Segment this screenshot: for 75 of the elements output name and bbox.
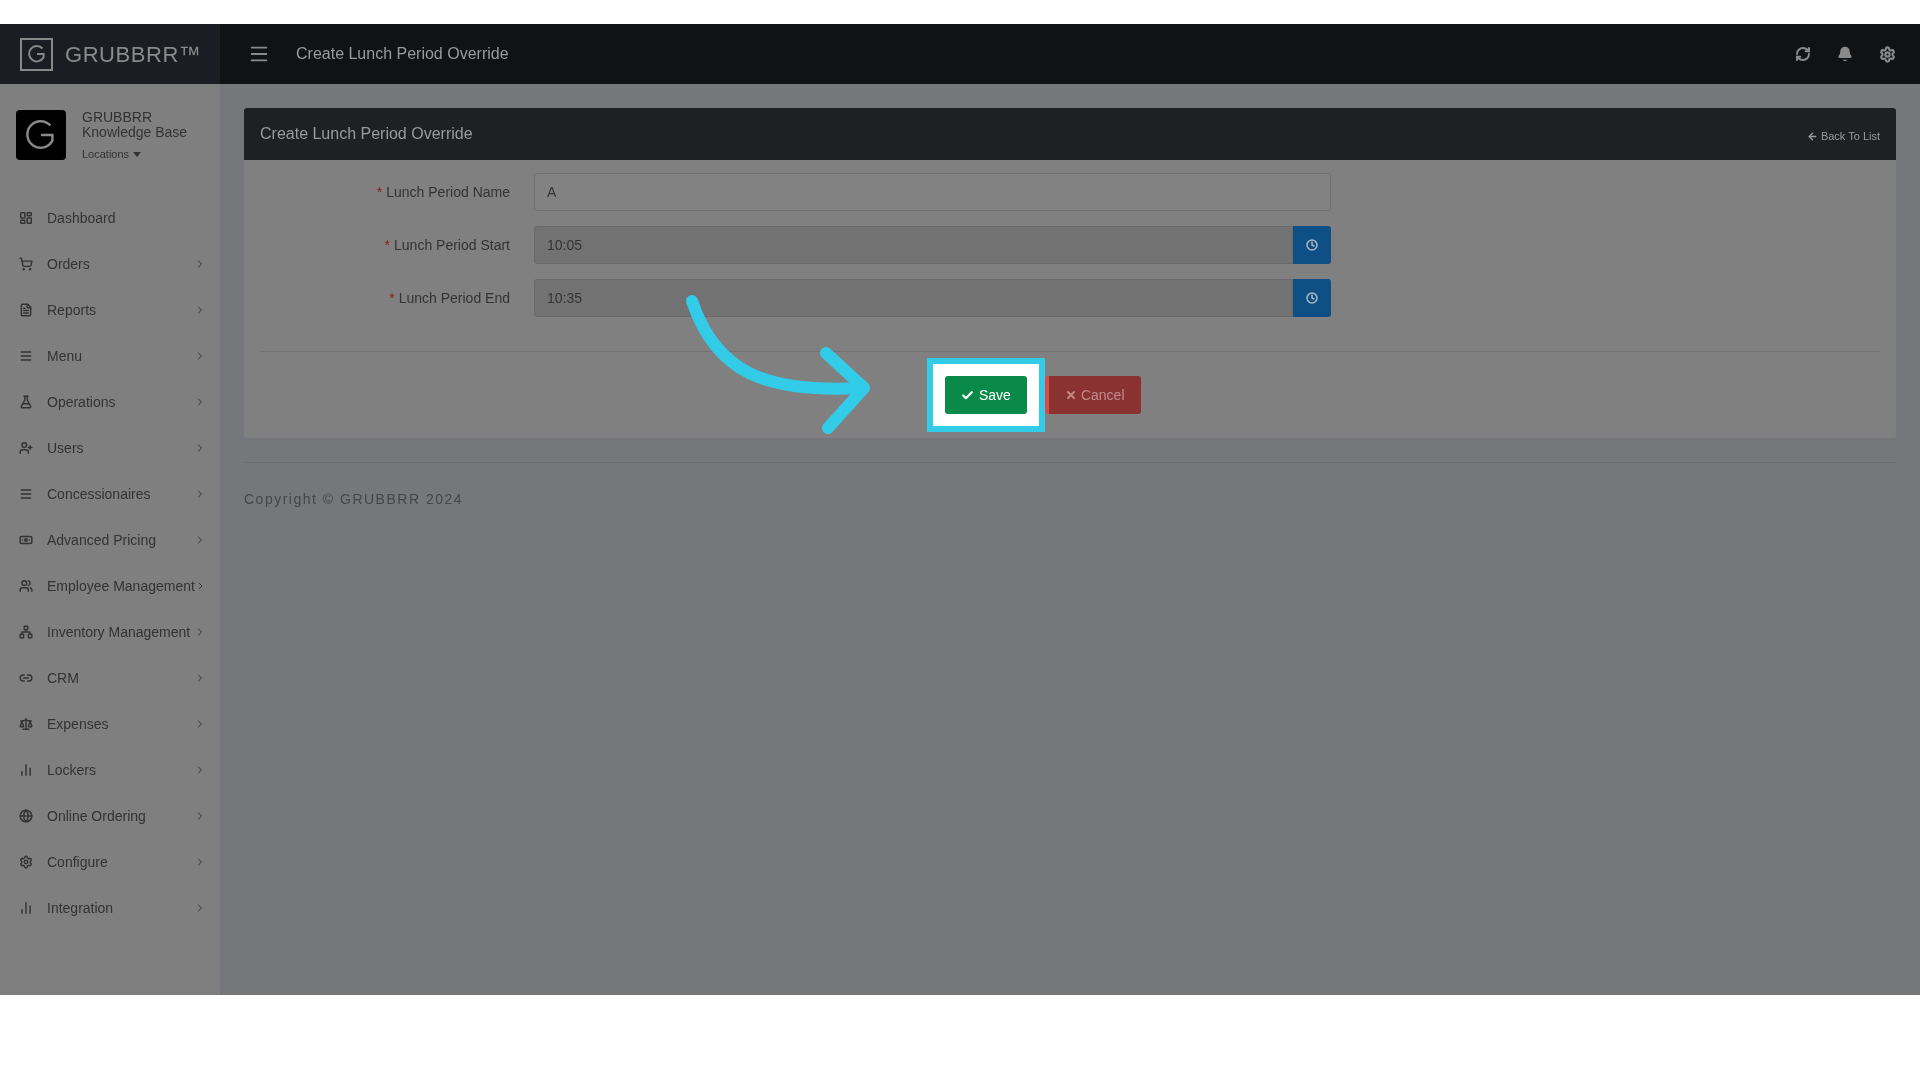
link-icon [19, 671, 33, 685]
sidebar-item[interactable]: CRM [0, 655, 220, 701]
users-icon [19, 579, 33, 593]
locations-dropdown[interactable]: Locations [82, 146, 202, 163]
profile-name: GRUBBRR Knowledge Base [82, 110, 189, 140]
clock-icon [1306, 292, 1318, 304]
field-label: * Lunch Period Name [376, 182, 510, 202]
sidebar-item[interactable]: Dashboard [0, 195, 220, 241]
user-add-icon [19, 441, 33, 455]
check-icon [961, 388, 974, 402]
card-title: Create Lunch Period Override [260, 124, 474, 144]
bell-icon[interactable] [1837, 46, 1853, 62]
sidebar-label: Users [47, 438, 85, 458]
sidebar-item[interactable]: Menu [0, 333, 220, 379]
sidebar-item[interactable]: Lockers [0, 747, 220, 793]
sidebar-item[interactable]: Concessionaires [0, 471, 220, 517]
field-label: * Lunch Period End [389, 288, 510, 308]
hierarchy-icon [19, 625, 33, 639]
cancel-button[interactable]: Cancel [1044, 376, 1141, 414]
clock-button[interactable] [1293, 226, 1331, 264]
clock-icon [1306, 239, 1318, 251]
sidebar-item[interactable]: Inventory Management [0, 609, 220, 655]
globe-icon [19, 809, 33, 823]
bars-icon [19, 763, 33, 777]
gear-icon [19, 855, 33, 869]
sidebar-item[interactable]: Online Ordering [0, 793, 220, 839]
sidebar-item[interactable]: Reports [0, 287, 220, 333]
sidebar-label: Advanced Pricing [47, 530, 157, 550]
logo-icon [20, 37, 53, 71]
sidebar-label: Lockers [47, 760, 98, 780]
settings-icon[interactable] [1879, 45, 1896, 63]
sidebar-label: Dashboard [47, 208, 117, 228]
time-field[interactable]: 10:05 [534, 226, 1293, 264]
dashboard-icon [19, 211, 33, 225]
brand-name: GRUBBRR™ [65, 40, 202, 69]
avatar-icon [16, 110, 66, 160]
clock-button[interactable] [1293, 279, 1331, 317]
sidebar-label: Inventory Management [47, 622, 192, 642]
arrow-left-icon [1806, 130, 1818, 142]
sidebar-label: Concessionaires [47, 484, 152, 504]
flask-icon [19, 395, 33, 409]
sidebar-label: Menu [47, 346, 84, 366]
sidebar-item[interactable]: Configure [0, 839, 220, 885]
page-title: Create Lunch Period Override [296, 44, 510, 64]
refresh-icon[interactable] [1795, 46, 1811, 62]
caret-icon [133, 151, 142, 157]
sidebar-item[interactable]: Expenses [0, 701, 220, 747]
sidebar-item[interactable]: Orders [0, 241, 220, 287]
sidebar-label: Orders [47, 254, 91, 274]
close-icon [1064, 389, 1077, 401]
sidebar-label: CRM [47, 668, 80, 688]
sidebar-label: Expenses [47, 714, 110, 734]
sidebar-label: Configure [47, 852, 109, 872]
cart-icon [19, 257, 33, 271]
field-label: * Lunch Period Start [384, 235, 510, 255]
sidebar-label: Integration [47, 898, 115, 918]
sidebar-label: Online Ordering [47, 806, 147, 826]
sidebar-item[interactable]: Advanced Pricing [0, 517, 220, 563]
back-to-list-link[interactable]: Back To List [1806, 127, 1880, 145]
bars-icon [19, 901, 33, 915]
sidebar-label: Reports [47, 300, 98, 320]
sidebar-item[interactable]: Integration [0, 885, 220, 931]
sidebar-item[interactable]: Operations [0, 379, 220, 425]
list-icon [19, 349, 33, 363]
sidebar-item[interactable]: Users [0, 425, 220, 471]
scale-icon [19, 717, 33, 731]
text-field[interactable]: A [534, 173, 1331, 211]
document-icon [19, 303, 33, 317]
money-icon [19, 533, 33, 547]
sidebar-item[interactable]: Employee Management [0, 563, 220, 609]
save-button[interactable]: Save [945, 376, 1027, 414]
list-icon [19, 487, 33, 501]
sidebar-label: Employee Management [47, 576, 195, 596]
sidebar-label: Operations [47, 392, 117, 412]
time-field[interactable]: 10:35 [534, 279, 1293, 317]
